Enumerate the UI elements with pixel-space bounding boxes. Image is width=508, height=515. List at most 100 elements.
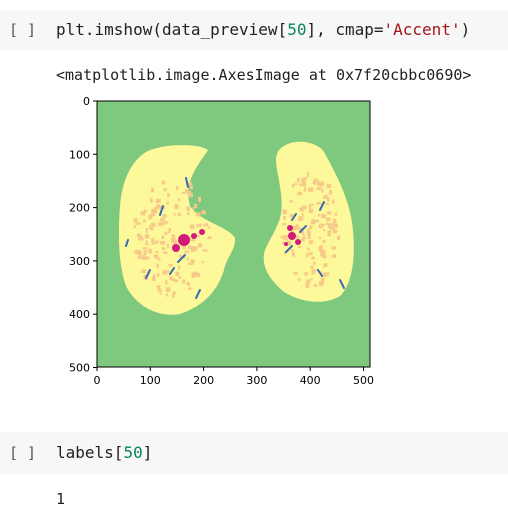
tissue-speckle	[334, 212, 338, 216]
tissue-speckle	[172, 234, 175, 239]
tissue-speckle	[307, 172, 310, 177]
tissue-speckle	[283, 235, 287, 241]
tissue-speckle	[311, 256, 315, 260]
tissue-speckle	[155, 240, 159, 244]
y-tick-label: 500	[69, 362, 90, 375]
tissue-speckle	[308, 209, 314, 214]
y-tick-label: 300	[69, 255, 90, 268]
tissue-speckle	[326, 183, 332, 189]
tissue-speckle	[175, 185, 179, 191]
tissue-speckle	[155, 250, 159, 253]
tissue-speckle	[313, 261, 316, 265]
tissue-speckle	[163, 188, 167, 192]
tissue-speckle	[191, 246, 195, 252]
run-cell-button[interactable]: [ ]	[9, 444, 36, 462]
tissue-speckle	[144, 234, 150, 239]
y-tick-label: 100	[69, 148, 90, 161]
tissue-speckle	[205, 223, 208, 227]
tissue-speckle	[301, 205, 307, 210]
tissue-speckle	[318, 236, 322, 239]
dense-spot	[178, 234, 190, 246]
tissue-speckle	[325, 222, 329, 226]
tissue-speckle	[182, 279, 186, 284]
tissue-speckle	[297, 177, 300, 183]
tissue-speckle	[157, 272, 160, 277]
tissue-speckle	[140, 211, 146, 216]
tissue-speckle	[187, 212, 190, 215]
tissue-speckle	[306, 253, 309, 258]
y-tick-label: 400	[69, 308, 90, 321]
y-tick-label: 0	[83, 95, 90, 108]
tissue-speckle	[161, 235, 165, 239]
code-text: labels[	[56, 443, 124, 462]
tissue-speckle	[327, 211, 332, 215]
tissue-speckle	[290, 249, 294, 252]
tissue-speckle	[300, 216, 304, 220]
tissue-speckle	[282, 209, 287, 215]
dense-spot	[199, 229, 205, 235]
tissue-speckle	[201, 210, 206, 215]
tissue-speckle	[157, 288, 162, 292]
tissue-speckle	[151, 237, 155, 242]
tissue-speckle	[184, 250, 189, 254]
tissue-speckle	[198, 223, 202, 227]
tissue-speckle	[321, 213, 326, 219]
tissue-speckle	[308, 240, 314, 244]
tissue-speckle	[309, 203, 314, 206]
tissue-speckle	[313, 178, 318, 182]
tissue-speckle	[186, 281, 190, 286]
tissue-speckle	[145, 228, 149, 233]
tissue-speckle	[334, 223, 338, 228]
x-tick-label: 300	[246, 374, 267, 387]
tissue-speckle	[314, 283, 318, 287]
tissue-speckle	[292, 183, 295, 188]
tissue-speckle	[306, 279, 311, 284]
tissue-speckle	[168, 264, 173, 267]
tissue-speckle	[331, 200, 335, 204]
x-tick-label: 200	[193, 374, 214, 387]
tissue-speckle	[311, 221, 316, 225]
tissue-speckle	[162, 270, 168, 275]
tissue-speckle	[145, 242, 149, 246]
tissue-speckle	[323, 195, 328, 199]
imshow-plot: 0 100 200 300 400 500 0 100 200 300 400 500	[69, 95, 374, 387]
tissue-speckle	[198, 243, 203, 248]
tissue-speckle	[303, 187, 307, 192]
tissue-speckle	[320, 277, 325, 281]
tissue-speckle	[151, 187, 154, 193]
tissue-speckle	[186, 206, 190, 211]
code-cell-2[interactable]: [ ] labels[50]	[0, 432, 508, 474]
tissue-speckle	[143, 219, 146, 223]
code-text: ]	[142, 443, 153, 462]
tissue-speckle	[188, 245, 192, 250]
tissue-speckle	[294, 182, 298, 186]
tissue-speckle	[178, 265, 181, 270]
tissue-speckle	[316, 202, 322, 205]
tissue-speckle	[194, 203, 198, 208]
tissue-speckle	[293, 272, 298, 275]
tissue-speckle	[177, 212, 181, 217]
x-tick-label: 400	[300, 374, 321, 387]
tissue-speckle	[289, 200, 293, 203]
tissue-speckle	[186, 190, 191, 195]
tissue-speckle	[156, 285, 161, 289]
tissue-speckle	[297, 246, 302, 248]
code-line[interactable]: labels[50]	[56, 443, 152, 462]
code-number: 50	[123, 443, 143, 462]
tissue-speckle	[158, 222, 163, 227]
tissue-speckle	[189, 224, 195, 229]
dense-spot	[172, 244, 180, 252]
tissue-speckle	[202, 249, 208, 252]
tissue-speckle	[178, 276, 182, 279]
y-tick-label: 200	[69, 202, 90, 215]
tissue-speckle	[196, 212, 201, 217]
tissue-speckle	[163, 251, 168, 254]
tissue-speckle	[318, 281, 323, 286]
dense-spot	[284, 242, 288, 246]
tissue-speckle	[148, 248, 152, 254]
tissue-speckle	[159, 292, 162, 295]
tissue-speckle	[306, 284, 310, 287]
tissue-speckle	[166, 293, 169, 297]
tissue-speckle	[166, 201, 169, 205]
tissue-speckle	[189, 185, 194, 190]
